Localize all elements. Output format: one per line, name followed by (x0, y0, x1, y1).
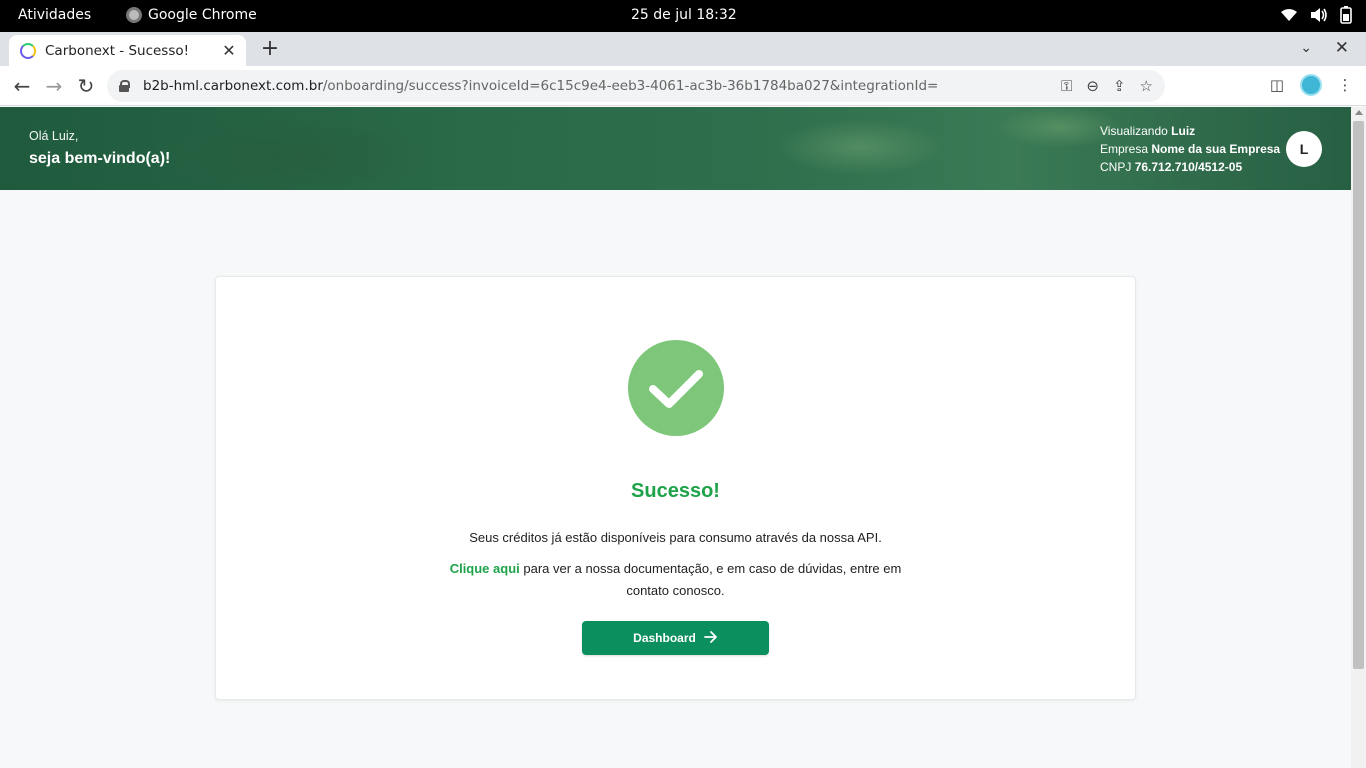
key-icon[interactable]: ⚿ (1061, 77, 1072, 95)
wifi-icon (1280, 8, 1298, 27)
chrome-icon (126, 7, 142, 23)
scroll-up-arrow-icon[interactable] (1355, 110, 1363, 115)
success-check-icon (628, 340, 724, 436)
volume-icon (1310, 7, 1328, 28)
zoom-icon[interactable]: ⊖ (1086, 77, 1099, 95)
url-text[interactable]: b2b-hml.carbonext.com.br/onboarding/succ… (143, 78, 938, 94)
documentation-link[interactable]: Clique aqui (450, 561, 520, 576)
tab-search-chevron-down-icon[interactable]: ⌄ (1300, 40, 1312, 56)
dashboard-button[interactable]: Dashboard (582, 621, 769, 655)
reload-icon[interactable]: ↻ (74, 74, 98, 98)
url-host: b2b-hml.carbonext.com.br (143, 78, 323, 94)
browser-toolbar: ← → ↻ b2b-hml.carbonext.com.br/onboardin… (0, 66, 1366, 106)
close-window-icon[interactable]: ✕ (1335, 38, 1349, 58)
new-tab-button[interactable]: + (260, 38, 280, 60)
share-icon[interactable]: ⇪ (1113, 77, 1126, 95)
omnibox-actions: ⚿ ⊖ ⇪ ☆ (1061, 70, 1153, 102)
company-line: Empresa Nome da sua Empresa (1100, 142, 1281, 156)
toolbar-right: ◫ ⋮ (1268, 74, 1354, 96)
cnpj-value: 76.712.710/4512-05 (1134, 160, 1243, 174)
viewing-user: Luiz (1171, 124, 1196, 138)
star-icon[interactable]: ☆ (1140, 77, 1153, 95)
user-avatar[interactable]: L (1286, 131, 1322, 167)
page-header-banner: Olá Luiz, seja bem-vindo(a)! Visualizand… (0, 107, 1351, 190)
clock[interactable]: 25 de jul 18:32 (631, 7, 737, 23)
credits-message: Seus créditos já estão disponíveis para … (469, 530, 882, 545)
system-top-bar: Atividades Google Chrome 25 de jul 18:32 (0, 0, 1366, 32)
cnpj-line: CNPJ 76.712.710/4512-05 (1100, 160, 1243, 174)
greeting-text: Olá Luiz, (29, 129, 79, 143)
back-arrow-icon[interactable]: ← (10, 74, 34, 98)
lock-icon[interactable] (119, 80, 130, 92)
success-heading: Sucesso! (631, 480, 720, 502)
page-scrollbar[interactable] (1351, 107, 1366, 768)
menu-icon[interactable]: ⋮ (1336, 76, 1354, 94)
url-path: /onboarding/success?invoiceId=6c15c9e4-e… (322, 78, 939, 94)
scrollbar-thumb[interactable] (1353, 121, 1364, 669)
system-tray[interactable] (1280, 6, 1352, 29)
close-tab-icon[interactable]: ✕ (220, 41, 238, 60)
success-card: Sucesso! Seus créditos já estão disponív… (215, 276, 1136, 700)
app-menu[interactable]: Google Chrome (126, 7, 257, 23)
forward-arrow-icon[interactable]: → (42, 74, 66, 98)
tab-strip: Carbonext - Sucesso! ✕ + ⌄ ✕ (0, 32, 1366, 66)
documentation-message-text: para ver a nossa documentação, e em caso… (519, 561, 902, 598)
carbonext-favicon-icon (20, 42, 36, 59)
side-panel-icon[interactable]: ◫ (1268, 76, 1286, 94)
app-name: Google Chrome (148, 7, 257, 23)
company-name: Nome da sua Empresa (1151, 142, 1281, 156)
battery-icon (1340, 6, 1352, 29)
profile-icon[interactable] (1300, 74, 1322, 96)
tab-carbonext[interactable]: Carbonext - Sucesso! ✕ (9, 35, 246, 66)
documentation-message: Clique aqui para ver a nossa documentaçã… (436, 558, 915, 602)
arrow-right-icon (703, 630, 718, 647)
viewing-line: Visualizando Luiz (1100, 124, 1196, 138)
welcome-text: seja bem-vindo(a)! (29, 150, 171, 167)
account-info: Visualizando Luiz Empresa Nome da sua Em… (1100, 122, 1280, 176)
tab-title: Carbonext - Sucesso! (45, 42, 190, 59)
dashboard-button-label: Dashboard (633, 631, 696, 645)
activities-button[interactable]: Atividades (18, 7, 91, 23)
address-bar[interactable]: b2b-hml.carbonext.com.br/onboarding/succ… (107, 70, 1165, 102)
